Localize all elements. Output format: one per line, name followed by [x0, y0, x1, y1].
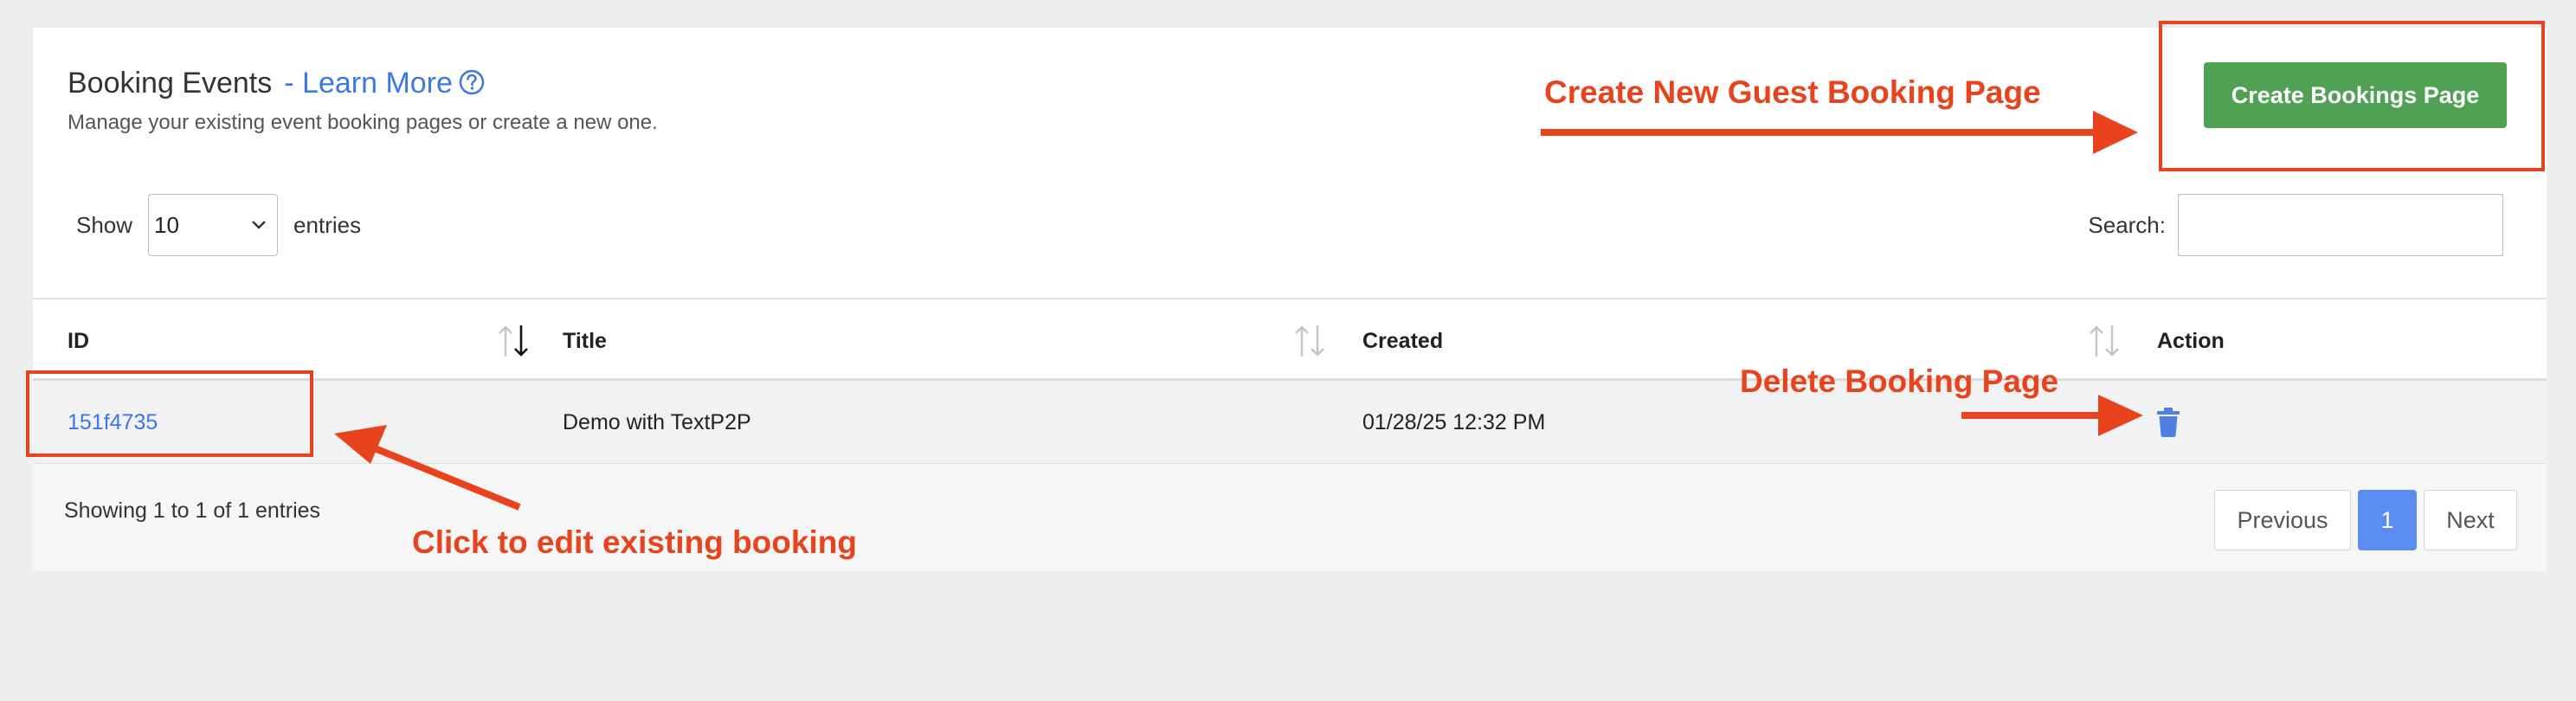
arrow-to-create-button	[1541, 111, 2138, 154]
annotation-arrows	[334, 111, 2143, 511]
arrow-to-booking-id	[334, 425, 521, 511]
arrow-to-delete-icon	[1961, 395, 2143, 436]
